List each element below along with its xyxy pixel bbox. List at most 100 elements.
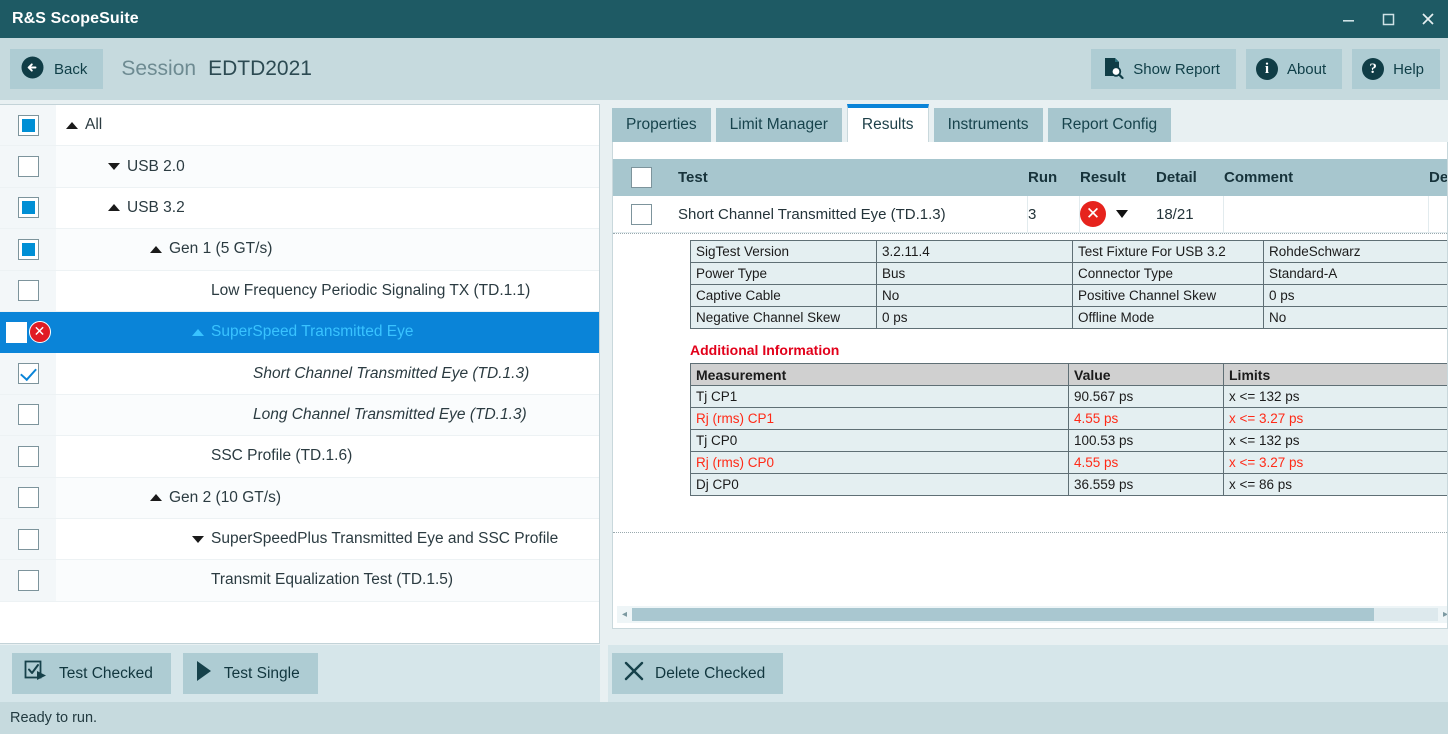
column-header-run[interactable]: Run [1028,169,1080,186]
horizontal-scrollbar[interactable]: ◂ ▸ [617,606,1447,623]
row-checkbox[interactable] [631,203,652,225]
tree-item-content: Long Channel Transmitted Eye (TD.1.3) [234,406,527,424]
tree-item-checkbox[interactable] [17,363,39,385]
column-header-description[interactable]: Descr [1429,169,1447,186]
tab-instruments[interactable]: Instruments [933,108,1043,142]
column-header-detail[interactable]: Detail [1156,169,1224,186]
maximize-button[interactable] [1368,0,1408,38]
close-button[interactable] [1408,0,1448,38]
tree-item-low-frequency-periodic-signaling-tx-td-1-1[interactable]: Low Frequency Periodic Signaling TX (TD.… [0,270,599,312]
tree-item-all[interactable]: All [0,105,599,147]
cell-detail: 18/21 [1156,196,1224,232]
tree-item-ssc-profile-td-1-6[interactable]: SSC Profile (TD.1.6) [0,436,599,478]
tree-item-checkbox-cell[interactable] [0,394,56,436]
chevron-up-icon[interactable] [108,204,120,212]
measurement-cell-limits: x <= 132 ps [1223,429,1447,452]
tree-item-long-channel-transmitted-eye-td-1-3[interactable]: Long Channel Transmitted Eye (TD.1.3) [0,394,599,437]
tree-item-checkbox-cell[interactable] [0,560,56,601]
tree-item-checkbox-cell[interactable] [0,187,56,229]
measurement-cell-value: 4.55 ps [1068,451,1224,474]
back-button[interactable]: Back [10,49,104,89]
status-text: Ready to run. [10,710,98,726]
column-header-comment[interactable]: Comment [1224,169,1429,186]
info-cell-k2: Offline Mode [1072,306,1264,329]
tree-item-label: Transmit Equalization Test (TD.1.5) [211,571,454,589]
toolbar-actions: Show Report i About ? Help [1091,49,1440,89]
tree-item-gen-2-10-gt-s[interactable]: Gen 2 (10 GT/s) [0,477,599,519]
show-report-button[interactable]: Show Report [1091,49,1236,89]
chevron-up-icon[interactable] [66,121,78,129]
table-row[interactable]: Short Channel Transmitted Eye (TD.1.3) 3… [613,196,1447,233]
tree-item-checkbox-cell[interactable] [0,229,56,270]
scroll-right-arrow-icon[interactable]: ▸ [1438,609,1447,620]
chevron-up-icon[interactable] [150,245,162,253]
tree-item-superspeed-transmitted-eye[interactable]: ✕ SuperSpeed Transmitted Eye [0,311,599,354]
tree-item-checkbox[interactable] [17,569,39,591]
tab-properties[interactable]: Properties [612,108,711,142]
about-button[interactable]: i About [1245,49,1343,89]
tree-item-superspeedplus-transmitted-eye-and-ssc-profile[interactable]: SuperSpeedPlus Transmitted Eye and SSC P… [0,518,599,561]
tree-item-checkbox-cell[interactable] [0,518,56,560]
error-icon: ✕ [1080,201,1106,227]
tree-item-checkbox[interactable] [17,528,39,550]
tree-item-checkbox-cell[interactable] [0,353,56,394]
minimize-button[interactable] [1328,0,1368,38]
tab-results[interactable]: Results [846,104,929,142]
report-search-icon [1101,56,1124,83]
row-select-cell[interactable] [613,203,670,225]
tree-item-checkbox-cell[interactable] [0,477,56,518]
tree-item-checkbox[interactable] [17,280,39,302]
tree-item-usb-3-2[interactable]: USB 3.2 [0,187,599,230]
tree-item-checkbox[interactable] [17,197,39,219]
cell-comment[interactable] [1224,196,1429,232]
chevron-down-icon[interactable] [1116,210,1128,218]
tree-item-gen-1-5-gt-s[interactable]: Gen 1 (5 GT/s) [0,229,599,271]
chevron-up-icon[interactable] [192,328,204,336]
tree-item-transmit-equalization-test-td-1-5[interactable]: Transmit Equalization Test (TD.1.5) [0,560,599,602]
chevron-down-icon[interactable] [108,163,120,171]
show-report-label: Show Report [1133,60,1220,78]
results-table-header: Test Run Result Detail Comment Descr [613,159,1447,196]
maximize-icon [1382,13,1394,25]
tab-limit-manager[interactable]: Limit Manager [715,108,842,142]
tree-item-checkbox[interactable] [17,156,39,178]
test-single-button[interactable]: Test Single [182,653,318,694]
chevron-down-icon[interactable] [192,535,204,543]
scrollbar-thumb[interactable] [632,608,1374,621]
scrollbar-track[interactable] [632,608,1438,621]
tree-item-usb-2-0[interactable]: USB 2.0 [0,146,599,188]
value-col-header: Value [1068,363,1224,386]
scroll-left-arrow-icon[interactable]: ◂ [617,609,632,620]
select-all-cell[interactable] [613,167,670,188]
tree-item-checkbox-cell[interactable] [0,105,56,146]
tab-bar: Properties Limit Manager Results Instrument… [608,104,1448,142]
measurement-cell-limits: x <= 3.27 ps [1223,407,1447,430]
test-checked-button[interactable]: Test Checked [12,653,171,694]
tree-item-checkbox[interactable] [17,114,39,136]
help-button[interactable]: ? Help [1352,49,1440,89]
tab-report-config[interactable]: Report Config [1047,108,1172,142]
tree-item-checkbox-cell[interactable] [0,146,56,187]
tree-item-checkbox-cell[interactable]: ✕ [0,311,56,353]
select-all-checkbox[interactable] [631,167,652,188]
tree-item-content: SuperSpeed Transmitted Eye [192,323,413,341]
title-bar: R&S ScopeSuite [0,0,1448,38]
toolbar: Back Session EDTD2021 Show Report i Abou… [0,38,1448,100]
tree-item-checkbox[interactable] [17,487,39,509]
cell-result[interactable]: ✕ [1080,201,1156,227]
tree-item-checkbox[interactable] [5,321,27,343]
tree-item-checkbox[interactable] [17,445,39,467]
tree-item-checkbox[interactable] [17,404,39,426]
tree-item-checkbox-cell[interactable] [0,270,56,311]
tree-item-short-channel-transmitted-eye-td-1-3[interactable]: Short Channel Transmitted Eye (TD.1.3) [0,353,599,395]
column-header-test[interactable]: Test [670,169,1028,186]
column-header-result[interactable]: Result [1080,169,1156,186]
tree-item-label: Long Channel Transmitted Eye (TD.1.3) [253,405,527,423]
tree-item-content: SuperSpeedPlus Transmitted Eye and SSC P… [192,530,558,548]
delete-checked-button[interactable]: Delete Checked [612,653,784,694]
cell-run-count: 3 [1028,196,1080,232]
chevron-up-icon[interactable] [150,494,162,502]
tree-item-checkbox-cell[interactable] [0,436,56,477]
tree-item-checkbox[interactable] [17,238,39,260]
measurement-col-header: Measurement [690,363,1069,386]
